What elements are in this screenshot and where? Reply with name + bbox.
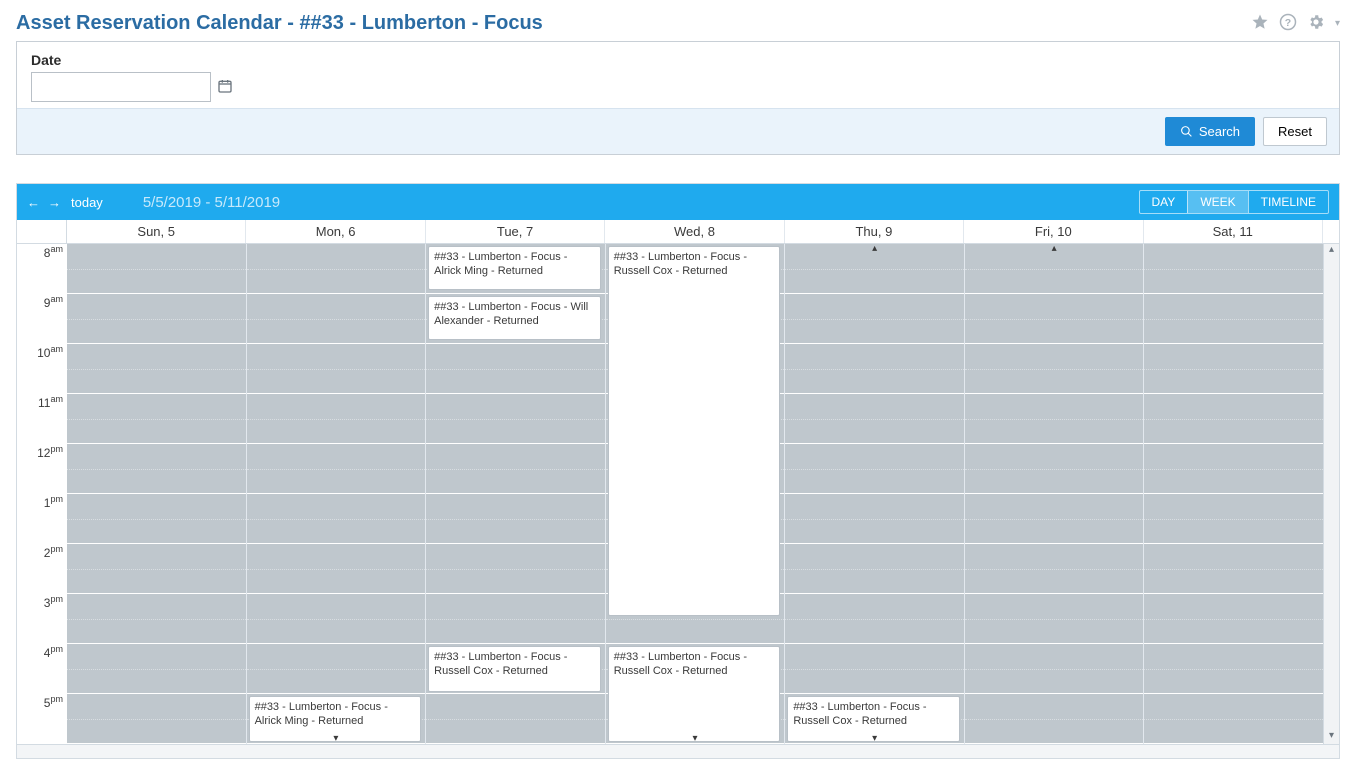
- view-day[interactable]: DAY: [1140, 191, 1188, 213]
- page-header: Asset Reservation Calendar - ##33 - Lumb…: [16, 12, 1340, 35]
- search-button[interactable]: Search: [1165, 117, 1255, 146]
- scroll-down-icon[interactable]: ▾: [1324, 730, 1339, 744]
- scroll-up-icon[interactable]: ▴: [1324, 244, 1339, 258]
- day-header-row: Sun, 5 Mon, 6 Tue, 7 Wed, 8 Thu, 9 Fri, …: [17, 220, 1339, 244]
- day-col-thu[interactable]: ▴ ##33 - Lumberton - Focus - Russell Cox…: [785, 244, 965, 744]
- day-col-fri[interactable]: ▴: [965, 244, 1145, 744]
- page-title: Asset Reservation Calendar - ##33 - Lumb…: [16, 12, 543, 35]
- chevron-down-icon[interactable]: ▾: [606, 733, 785, 744]
- chevron-down-icon[interactable]: ▾: [785, 733, 964, 744]
- reset-button-label: Reset: [1278, 124, 1312, 139]
- day-header[interactable]: Tue, 7: [426, 220, 605, 243]
- scrollbar[interactable]: ▴ ▾: [1323, 244, 1339, 744]
- chevron-down-icon[interactable]: ▾: [247, 733, 426, 744]
- gear-icon[interactable]: [1307, 13, 1325, 34]
- view-switch: DAY WEEK TIMELINE: [1139, 190, 1329, 214]
- date-input[interactable]: [31, 72, 211, 102]
- favorite-icon[interactable]: [1251, 13, 1269, 34]
- calendar-toolbar: ← → today 5/5/2019 - 5/11/2019 DAY WEEK …: [17, 184, 1339, 220]
- event[interactable]: ##33 - Lumberton - Focus - Russell Cox -…: [608, 246, 781, 616]
- header-icons: ? ▾: [1251, 13, 1340, 34]
- event[interactable]: ##33 - Lumberton - Focus - Alrick Ming -…: [428, 246, 601, 290]
- day-header[interactable]: Mon, 6: [246, 220, 425, 243]
- view-timeline[interactable]: TIMELINE: [1248, 191, 1328, 213]
- day-col-tue[interactable]: ##33 - Lumberton - Focus - Alrick Ming -…: [426, 244, 606, 744]
- prev-arrow-icon[interactable]: ←: [27, 195, 40, 210]
- day-header[interactable]: Sat, 11: [1144, 220, 1323, 243]
- view-week[interactable]: WEEK: [1187, 191, 1247, 213]
- event[interactable]: ##33 - Lumberton - Focus - Will Alexande…: [428, 296, 601, 340]
- day-col-sat[interactable]: [1144, 244, 1323, 744]
- time-gutter: 8am 9am 10am 11am 12pm 1pm 2pm 3pm 4pm 5…: [17, 244, 67, 744]
- filter-panel: Date Search Reset: [16, 41, 1340, 155]
- day-header[interactable]: Wed, 8: [605, 220, 784, 243]
- chevron-up-icon[interactable]: ▴: [872, 244, 877, 254]
- day-header[interactable]: Fri, 10: [964, 220, 1143, 243]
- calendar-footer-bar: [17, 744, 1339, 758]
- calendar-icon[interactable]: [217, 78, 233, 97]
- day-col-wed[interactable]: ##33 - Lumberton - Focus - Russell Cox -…: [606, 244, 786, 744]
- day-col-sun[interactable]: [67, 244, 247, 744]
- search-button-label: Search: [1199, 124, 1240, 139]
- event[interactable]: ##33 - Lumberton - Focus - Russell Cox -…: [428, 646, 601, 692]
- date-range: 5/5/2019 - 5/11/2019: [143, 194, 280, 211]
- event[interactable]: ##33 - Lumberton - Focus - Russell Cox -…: [608, 646, 781, 742]
- next-arrow-icon[interactable]: →: [48, 195, 61, 210]
- caret-down-icon[interactable]: ▾: [1335, 18, 1340, 29]
- help-icon[interactable]: ?: [1279, 13, 1297, 34]
- day-header[interactable]: Sun, 5: [67, 220, 246, 243]
- reset-button[interactable]: Reset: [1263, 117, 1327, 146]
- day-header[interactable]: Thu, 9: [785, 220, 964, 243]
- today-button[interactable]: today: [71, 195, 103, 210]
- chevron-up-icon[interactable]: ▴: [1052, 244, 1057, 254]
- calendar: ← → today 5/5/2019 - 5/11/2019 DAY WEEK …: [16, 183, 1340, 759]
- day-col-mon[interactable]: ##33 - Lumberton - Focus - Alrick Ming -…: [247, 244, 427, 744]
- date-filter-label: Date: [31, 52, 1325, 68]
- svg-text:?: ?: [1285, 17, 1291, 29]
